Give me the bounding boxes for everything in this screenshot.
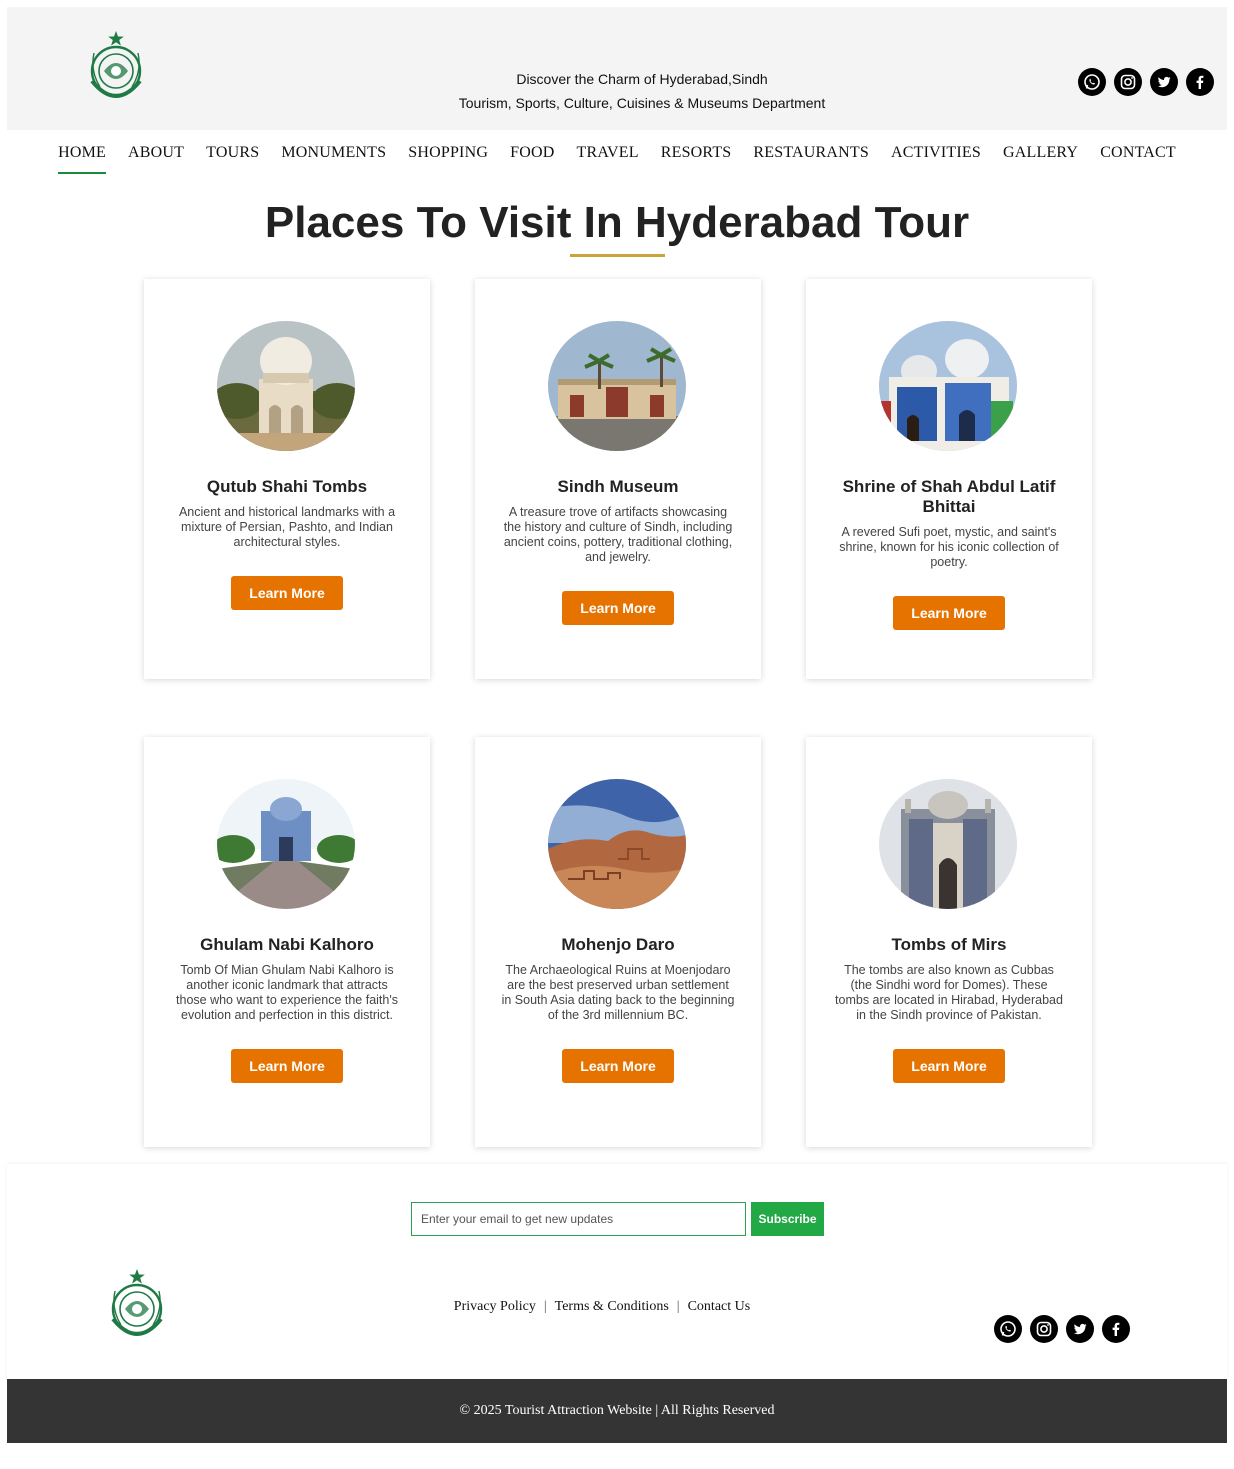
learn-more-button[interactable]: Learn More (231, 1049, 343, 1083)
facebook-icon[interactable] (1186, 68, 1214, 96)
title-underline (570, 254, 665, 257)
whatsapp-icon[interactable] (1078, 68, 1106, 96)
learn-more-button[interactable]: Learn More (562, 591, 674, 625)
email-field[interactable] (411, 1202, 746, 1236)
place-photo (217, 321, 355, 451)
place-photo (879, 321, 1017, 451)
link-separator: | (543, 1299, 547, 1314)
place-card: Sindh Museum A treasure trove of artifac… (475, 279, 761, 679)
twitter-icon[interactable] (1150, 68, 1178, 96)
twitter-icon[interactable] (1066, 1315, 1094, 1343)
subscribe-button[interactable]: Subscribe (751, 1202, 824, 1236)
card-body: Qutub Shahi Tombs Ancient and historical… (166, 477, 408, 610)
copyright-bar: © 2025 Tourist Attraction Website | All … (7, 1379, 1227, 1443)
tagline-line2: Tourism, Sports, Culture, Cuisines & Mus… (458, 95, 826, 111)
place-description: Tomb Of Mian Ghulam Nabi Kalhoro is anot… (176, 963, 398, 1022)
place-description: Ancient and historical landmarks with a … (178, 505, 396, 549)
place-title: Mohenjo Daro (561, 935, 675, 954)
place-description: A revered Sufi poet, mystic, and saint's… (839, 525, 1059, 569)
place-title: Ghulam Nabi Kalhoro (200, 935, 374, 954)
place-card: Tombs of Mirs The tombs are also known a… (806, 737, 1092, 1147)
place-title: Sindh Museum (557, 477, 679, 496)
place-photo (548, 779, 686, 909)
nav-item-gallery[interactable]: GALLERY (1003, 144, 1078, 174)
whatsapp-icon[interactable] (994, 1315, 1022, 1343)
place-title: Tombs of Mirs (891, 935, 1007, 954)
card-body: Mohenjo Daro The Archaeological Ruins at… (497, 935, 739, 1083)
place-title: Qutub Shahi Tombs (206, 477, 368, 496)
instagram-icon[interactable] (1030, 1315, 1058, 1343)
footer (7, 1164, 1227, 1379)
page-title: Places To Visit In Hyderabad Tour (264, 198, 970, 247)
card-body: Shrine of Shah Abdul Latif Bhittai A rev… (828, 477, 1070, 630)
footer-links: Privacy Policy | Terms & Conditions | Contac… (0, 1299, 1204, 1315)
place-description: A treasure trove of artifacts showcasing… (503, 505, 733, 564)
nav-item-resorts[interactable]: RESORTS (661, 144, 732, 174)
place-card: Shrine of Shah Abdul Latif Bhittai A rev… (806, 279, 1092, 679)
main-nav: HOME ABOUT TOURS MONUMENTS SHOPPING FOOD… (0, 144, 1234, 174)
nav-item-home[interactable]: HOME (58, 144, 107, 174)
place-description: The Archaeological Ruins at Moenjodaro a… (501, 963, 735, 1022)
header-social-links (1078, 68, 1214, 96)
learn-more-button[interactable]: Learn More (231, 576, 343, 610)
site-header: Discover the Charm of Hyderabad,Sindh To… (7, 7, 1227, 130)
card-body: Sindh Museum A treasure trove of artifac… (497, 477, 739, 625)
place-title: Shrine of Shah Abdul Latif Bhittai (842, 477, 1056, 516)
place-photo (879, 779, 1017, 909)
footer-social-links (994, 1315, 1130, 1343)
link-separator: | (676, 1299, 680, 1314)
nav-item-monuments[interactable]: MONUMENTS (281, 144, 386, 174)
nav-item-travel[interactable]: TRAVEL (576, 144, 638, 174)
terms-conditions-link[interactable]: Terms & Conditions (555, 1299, 669, 1314)
place-photo (548, 321, 686, 451)
nav-item-about[interactable]: ABOUT (128, 144, 184, 174)
place-description: The tombs are also known as Cubbas (the … (835, 963, 1063, 1022)
learn-more-button[interactable]: Learn More (893, 1049, 1005, 1083)
privacy-policy-link[interactable]: Privacy Policy (454, 1299, 536, 1314)
nav-item-food[interactable]: FOOD (510, 144, 554, 174)
nav-item-activities[interactable]: ACTIVITIES (891, 144, 981, 174)
facebook-icon[interactable] (1102, 1315, 1130, 1343)
tagline-line1: Discover the Charm of Hyderabad,Sindh (516, 71, 768, 87)
place-card: Ghulam Nabi Kalhoro Tomb Of Mian Ghulam … (144, 737, 430, 1147)
nav-item-shopping[interactable]: SHOPPING (408, 144, 488, 174)
learn-more-button[interactable]: Learn More (893, 596, 1005, 630)
contact-us-link[interactable]: Contact Us (688, 1299, 751, 1314)
instagram-icon[interactable] (1114, 68, 1142, 96)
place-photo (217, 779, 355, 909)
nav-item-contact[interactable]: CONTACT (1100, 144, 1176, 174)
learn-more-button[interactable]: Learn More (562, 1049, 674, 1083)
card-body: Ghulam Nabi Kalhoro Tomb Of Mian Ghulam … (166, 935, 408, 1083)
nav-item-tours[interactable]: TOURS (206, 144, 259, 174)
place-card: Qutub Shahi Tombs Ancient and historical… (144, 279, 430, 679)
nav-item-restaurants[interactable]: RESTAURANTS (753, 144, 869, 174)
card-body: Tombs of Mirs The tombs are also known a… (828, 935, 1070, 1083)
place-card: Mohenjo Daro The Archaeological Ruins at… (475, 737, 761, 1147)
